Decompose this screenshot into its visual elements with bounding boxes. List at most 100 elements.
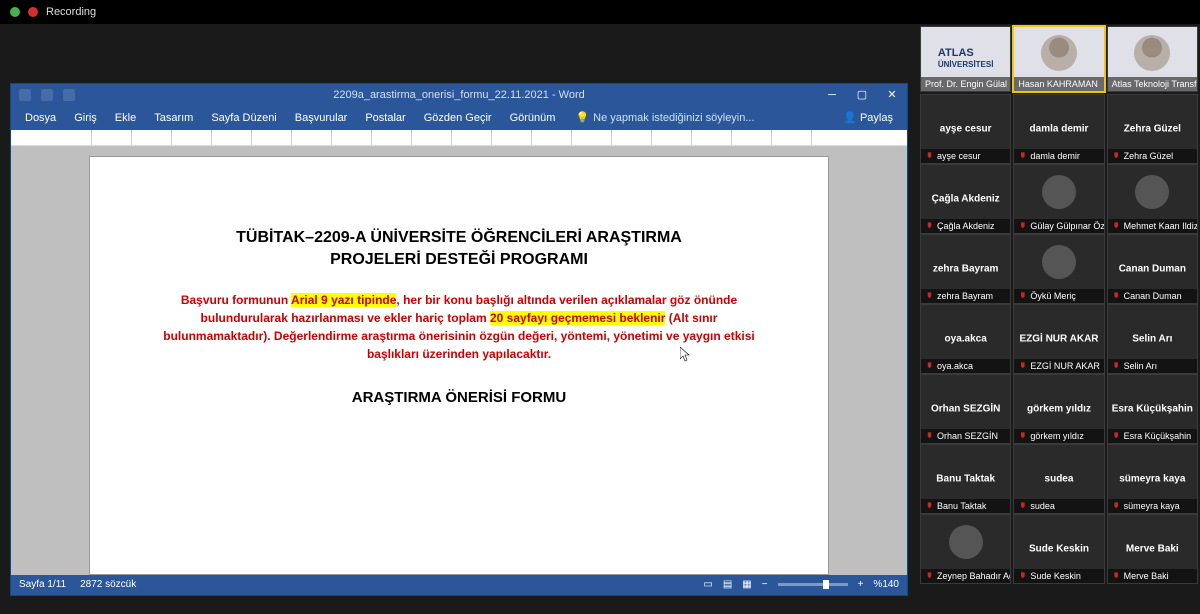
participant-display-name: Esra Küçükşahin — [1108, 404, 1197, 415]
mic-muted-icon — [925, 432, 934, 441]
window-close-button[interactable]: ✕ — [877, 84, 907, 106]
view-print-icon[interactable]: ▭ — [703, 579, 712, 590]
zoom-level[interactable]: %140 — [873, 579, 899, 590]
participant-tile[interactable]: ayşe cesurayşe cesur — [920, 94, 1011, 164]
window-restore-button[interactable]: ▢ — [847, 84, 877, 106]
mic-muted-icon — [1018, 222, 1027, 231]
window-minimize-button[interactable]: ─ — [817, 84, 847, 106]
participant-tile[interactable]: oya.akca oya.akca — [920, 304, 1011, 374]
view-read-icon[interactable]: ▤ — [723, 579, 732, 590]
gallery-row: ATLASÜNİVERSİTESİ Prof. Dr. Engin Gülal … — [920, 26, 1198, 92]
participant-name: EZGİ NUR AKAR — [1030, 361, 1100, 371]
mic-muted-icon — [925, 502, 934, 511]
participant-tile[interactable]: görkem yıldız görkem yıldız — [1013, 374, 1104, 444]
mic-muted-icon — [925, 572, 934, 581]
mic-muted-icon — [1112, 362, 1121, 371]
avatar — [1042, 175, 1076, 209]
mic-muted-icon — [1112, 502, 1121, 511]
participant-tile[interactable]: zehra Bayramzehra Bayram — [920, 234, 1011, 304]
participant-tile[interactable]: sümeyra kayasümeyra kaya — [1107, 444, 1198, 514]
participant-tile[interactable]: ATLASÜNİVERSİTESİ Prof. Dr. Engin Gülal … — [920, 26, 1011, 92]
participant-name: Esra Küçükşahin — [1124, 431, 1192, 441]
mic-muted-icon — [1018, 502, 1027, 511]
participant-tile[interactable]: Esra Küçükşahin Esra Küçükşahin — [1107, 374, 1198, 444]
gallery-row: Zeynep Bahadır AğceSude KeskinSude Keski… — [920, 514, 1198, 584]
participant-name: oya.akca — [937, 361, 973, 371]
participant-name: Selin Arı — [1124, 361, 1158, 371]
participant-tile[interactable]: damla demirdamla demir — [1013, 94, 1104, 164]
participant-display-name: Sude Keskin — [1014, 544, 1103, 555]
participant-tile[interactable]: Merve BakiMerve Baki — [1107, 514, 1198, 584]
zoom-in-button[interactable]: + — [858, 579, 864, 590]
participant-name: sümeyra kaya — [1124, 501, 1180, 511]
participant-tile[interactable]: Sude KeskinSude Keskin — [1013, 514, 1104, 584]
participant-display-name: zehra Bayram — [921, 264, 1010, 275]
doc-instructions: Başvuru formunun Arial 9 yazı tipinde, h… — [150, 291, 768, 363]
gallery-row: ayşe cesurayşe cesurdamla demirdamla dem… — [920, 94, 1198, 164]
person-silhouette-icon — [1134, 35, 1170, 71]
participant-tile[interactable]: Atlas Teknoloji Transfer ... — [1107, 26, 1198, 92]
participant-display-name: Selin Arı — [1108, 334, 1197, 345]
tab-references[interactable]: Başvurular — [287, 108, 356, 128]
gallery-row: oya.akcaoya.akcaEZGİ NUR AKAREZGİ NUR AK… — [920, 304, 1198, 374]
mic-muted-icon — [925, 362, 934, 371]
participant-tile[interactable]: Zehra GüzelZehra Güzel — [1107, 94, 1198, 164]
university-logo: ATLASÜNİVERSİTESİ — [938, 48, 994, 70]
status-wordcount[interactable]: 2872 sözcük — [80, 579, 136, 590]
shared-screen: 2209a_arastirma_onerisi_formu_22.11.2021… — [0, 24, 918, 614]
word-titlebar[interactable]: 2209a_arastirma_onerisi_formu_22.11.2021… — [11, 84, 907, 106]
participant-tile[interactable]: Zeynep Bahadır Ağce — [920, 514, 1011, 584]
recording-label: Recording — [46, 6, 96, 18]
participant-tile[interactable]: Hasan KAHRAMAN — [1013, 26, 1104, 92]
participant-tile[interactable]: Öykü Meriç — [1013, 234, 1104, 304]
tab-mailings[interactable]: Postalar — [357, 108, 413, 128]
participant-name: Zeynep Bahadır Ağce — [937, 571, 1010, 581]
participant-name: Orhan SEZGİN — [937, 431, 998, 441]
tab-review[interactable]: Gözden Geçir — [416, 108, 500, 128]
participant-display-name: EZGİ NUR AKAR — [1014, 334, 1103, 345]
participant-tile[interactable]: Orhan SEZGİN Orhan SEZGİN — [920, 374, 1011, 444]
gallery-row: Banu TaktakBanu Taktaksudeasudeasümeyra … — [920, 444, 1198, 514]
participant-name: Prof. Dr. Engin Gülal - — [925, 79, 1010, 89]
participant-display-name: oya.akca — [921, 334, 1010, 345]
participant-display-name: sudea — [1014, 474, 1103, 485]
participant-tile[interactable]: EZGİ NUR AKAR EZGİ NUR AKAR — [1013, 304, 1104, 374]
tab-file[interactable]: Dosya — [17, 108, 64, 128]
participant-tile[interactable]: Çağla AkdenizÇağla Akdeniz — [920, 164, 1011, 234]
view-web-icon[interactable]: ▦ — [742, 579, 751, 590]
mic-muted-icon — [1112, 222, 1121, 231]
ruler[interactable] — [11, 130, 907, 146]
participant-tile[interactable]: sudeasudea — [1013, 444, 1104, 514]
zoom-slider[interactable] — [778, 583, 848, 586]
tab-view[interactable]: Görünüm — [502, 108, 564, 128]
tell-me-input[interactable] — [593, 112, 813, 124]
participant-gallery: ATLASÜNİVERSİTESİ Prof. Dr. Engin Gülal … — [918, 24, 1200, 614]
participant-tile[interactable]: Mehmet Kaan Ildiz — [1107, 164, 1198, 234]
participant-tile[interactable]: Selin Arı Selin Arı — [1107, 304, 1198, 374]
participant-display-name: Orhan SEZGİN — [921, 404, 1010, 415]
zoom-out-button[interactable]: − — [762, 579, 768, 590]
participant-display-name: Merve Baki — [1108, 544, 1197, 555]
tab-layout[interactable]: Sayfa Düzeni — [203, 108, 284, 128]
avatar — [1135, 175, 1169, 209]
gallery-row: Orhan SEZGİNOrhan SEZGİNgörkem yıldızgör… — [920, 374, 1198, 444]
share-button[interactable]: 👤 Paylaş — [835, 108, 901, 127]
tab-insert[interactable]: Ekle — [107, 108, 144, 128]
participant-name: Mehmet Kaan Ildiz — [1124, 221, 1197, 231]
participant-name: görkem yıldız — [1030, 431, 1084, 441]
status-page[interactable]: Sayfa 1/11 — [19, 579, 66, 590]
participant-name: Zehra Güzel — [1124, 151, 1174, 161]
mic-muted-icon — [925, 152, 934, 161]
participant-display-name: görkem yıldız — [1014, 404, 1103, 415]
participant-tile[interactable]: Gülay Gülpınar Özoran — [1013, 164, 1104, 234]
meeting-topbar: Recording — [0, 0, 1200, 24]
participant-tile[interactable]: Banu TaktakBanu Taktak — [920, 444, 1011, 514]
document-area[interactable]: TÜBİTAK–2209-A ÜNİVERSİTE ÖĞRENCİLERİ AR… — [11, 146, 907, 575]
mic-muted-icon — [1018, 292, 1027, 301]
document-page[interactable]: TÜBİTAK–2209-A ÜNİVERSİTE ÖĞRENCİLERİ AR… — [89, 156, 829, 575]
tab-home[interactable]: Giriş — [66, 108, 105, 128]
mic-muted-icon — [1018, 572, 1027, 581]
participant-tile[interactable]: Canan DumanCanan Duman — [1107, 234, 1198, 304]
tab-design[interactable]: Tasarım — [146, 108, 201, 128]
mic-muted-icon — [925, 222, 934, 231]
